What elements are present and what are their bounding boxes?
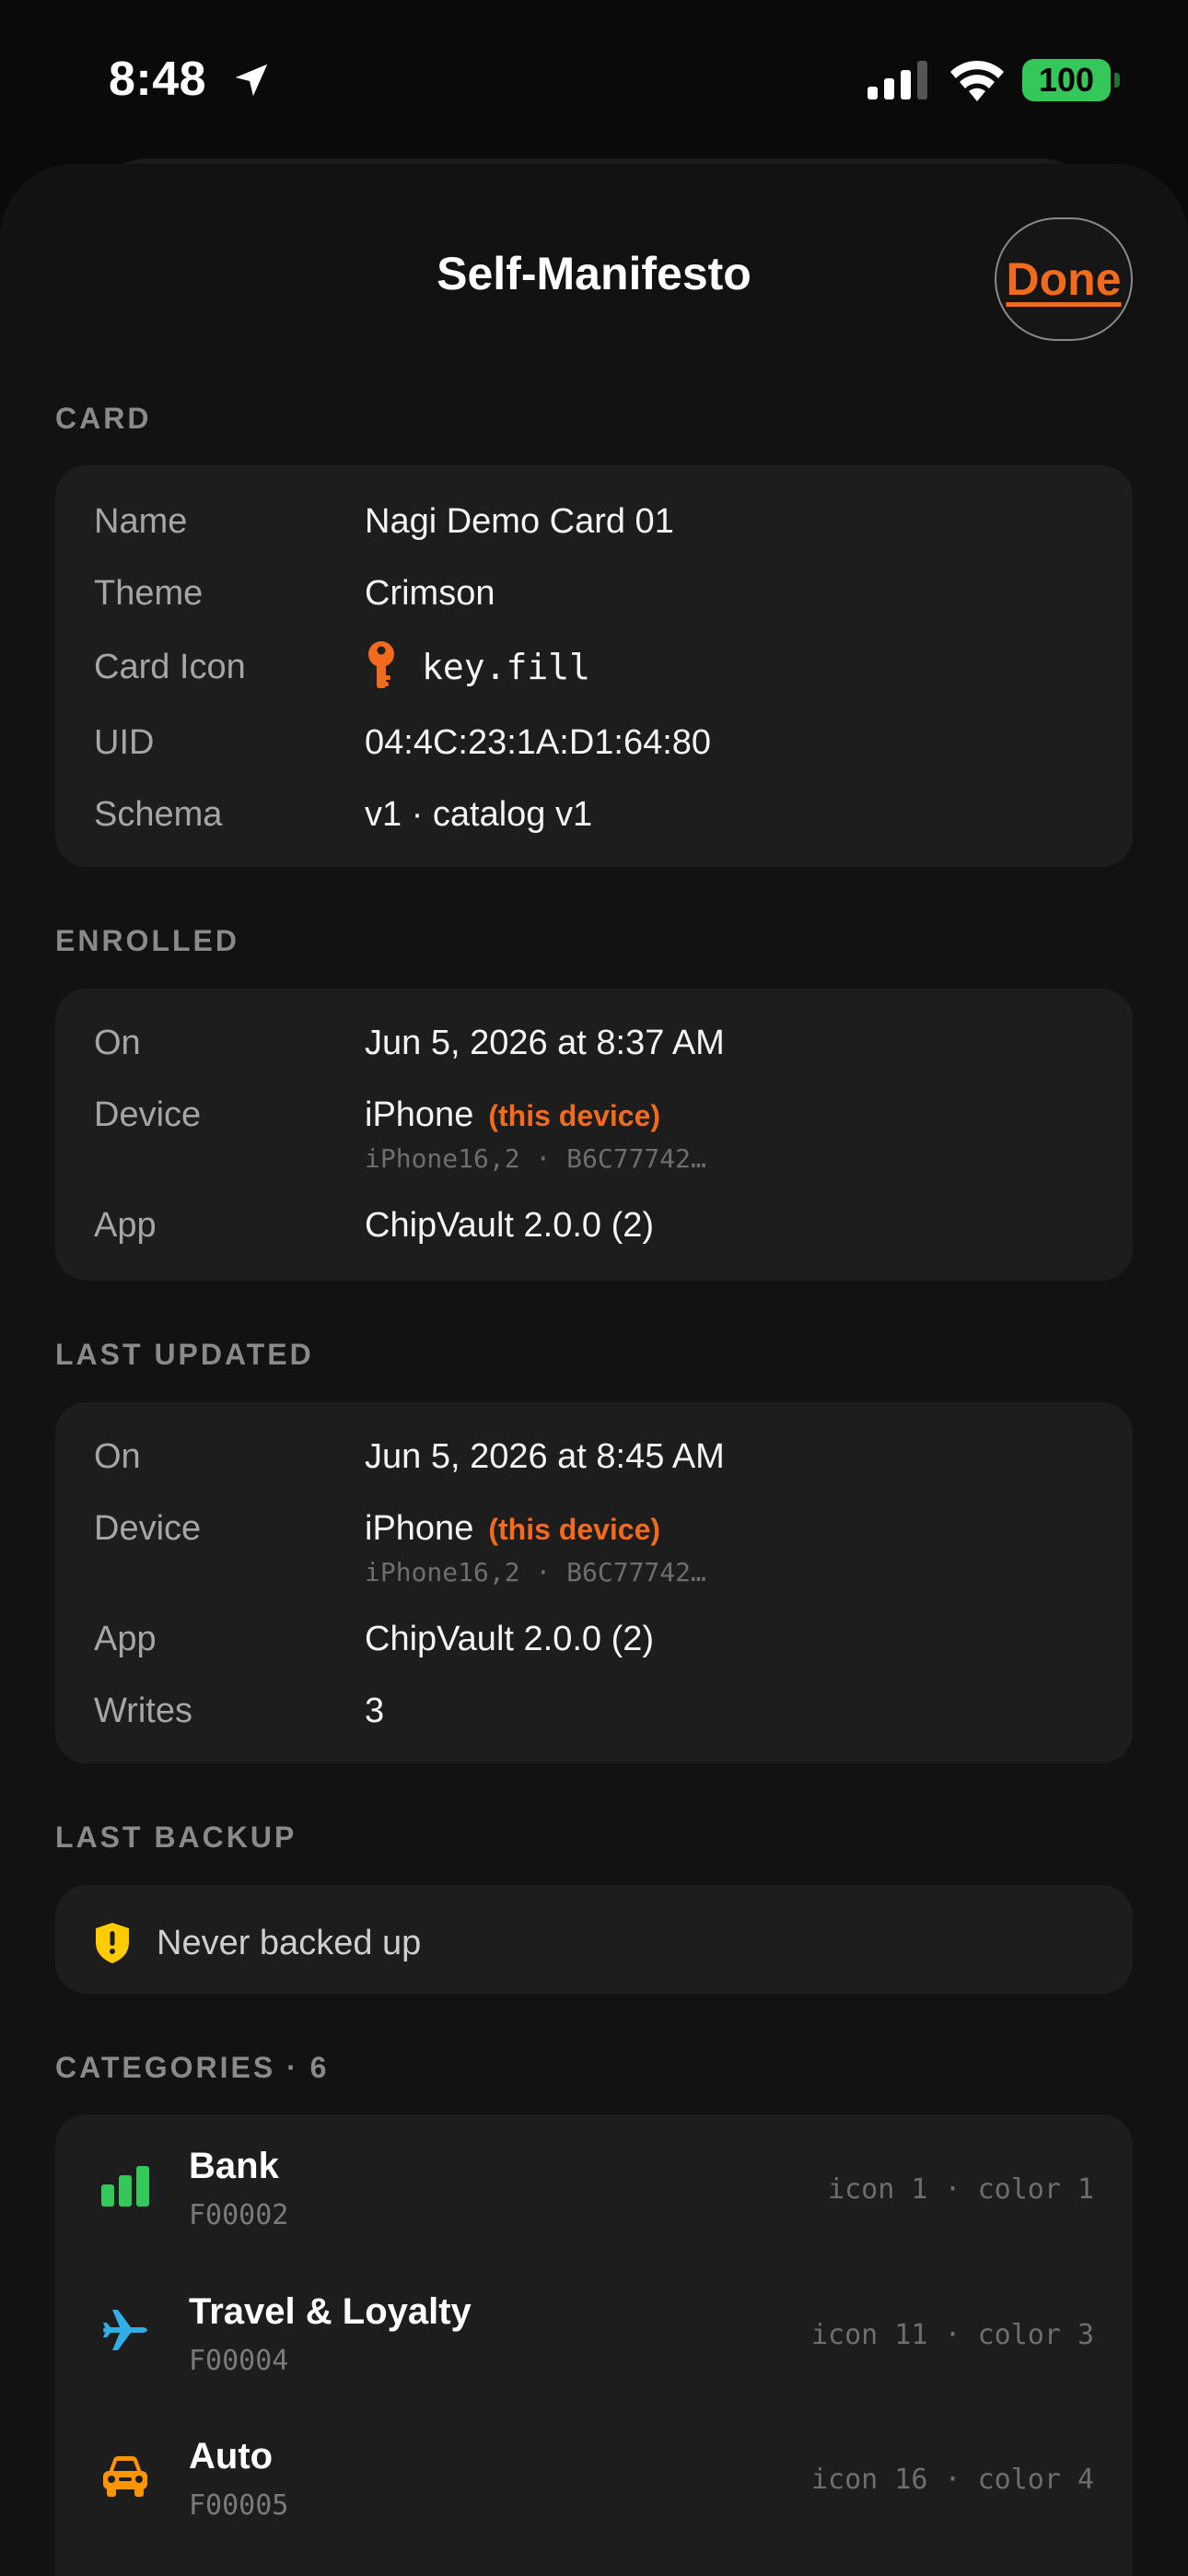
row-value: key.fill	[422, 647, 591, 687]
row-theme: Theme Crimson	[55, 570, 1133, 626]
row-label: App	[94, 1620, 157, 1658]
row-label: Card Icon	[94, 648, 246, 686]
row-schema: Schema v1 · catalog v1	[55, 791, 1133, 847]
category-name: Bank	[189, 2146, 279, 2186]
category-meta: icon 1 · color 1	[828, 2173, 1094, 2206]
category-code: F00005	[189, 2489, 289, 2522]
row-updated-on: On Jun 5, 2026 at 8:45 AM	[55, 1434, 1133, 1489]
status-time: 8:48	[109, 53, 207, 106]
row-value: Crimson	[365, 574, 495, 613]
row-value: Jun 5, 2026 at 8:45 AM	[365, 1437, 725, 1476]
categories-group: Bank F00002 icon 1 · color 1 Travel & Lo…	[55, 2114, 1133, 2576]
row-uid: UID 04:4C:23:1A:D1:64:80	[55, 720, 1133, 775]
section-header-last-backup: LAST BACKUP	[55, 1821, 297, 1854]
row-value: Nagi Demo Card 01	[365, 502, 674, 541]
row-value: ChipVault 2.0.0 (2)	[365, 1206, 655, 1245]
device-name: iPhone	[365, 1095, 474, 1134]
row-label: UID	[94, 723, 155, 762]
category-code: F00004	[189, 2345, 289, 2377]
row-label: Device	[94, 1095, 202, 1134]
row-value: ChipVault 2.0.0 (2)	[365, 1620, 655, 1658]
device-name: iPhone	[365, 1509, 474, 1548]
row-value: 04:4C:23:1A:D1:64:80	[365, 723, 712, 762]
battery-tip	[1114, 73, 1120, 88]
row-updated-app: App ChipVault 2.0.0 (2)	[55, 1616, 1133, 1671]
status-bar: 8:48 100	[0, 0, 1188, 161]
enrolled-group: On Jun 5, 2026 at 8:37 AM Device iPhone (…	[55, 989, 1133, 1281]
row-label: Name	[94, 502, 188, 541]
category-name: Auto	[189, 2436, 274, 2476]
this-device-tag: (this device)	[488, 1513, 661, 1546]
device-identifier: iPhone16,2 · B6C77742…	[365, 1557, 706, 1587]
category-row-auto[interactable]: Auto F00005 icon 16 · color 4	[55, 2405, 1133, 2543]
section-header-card: CARD	[55, 402, 152, 435]
row-label: Device	[94, 1509, 202, 1548]
this-device-tag: (this device)	[488, 1099, 661, 1132]
key-icon	[368, 641, 394, 688]
row-label: On	[94, 1437, 141, 1476]
row-value: Jun 5, 2026 at 8:37 AM	[365, 1024, 725, 1062]
row-label: Schema	[94, 795, 223, 834]
row-writes: Writes 3	[55, 1688, 1133, 1743]
backup-status-text: Never backed up	[157, 1924, 422, 1962]
category-meta: icon 11 · color 3	[810, 2319, 1094, 2351]
wifi-icon	[950, 60, 1004, 101]
row-updated-device: Device iPhone (this device)	[55, 1505, 1133, 1561]
section-header-last-updated: LAST UPDATED	[55, 1338, 314, 1371]
category-row-travel[interactable]: Travel & Loyalty F00004 icon 11 · color …	[55, 2260, 1133, 2398]
done-button[interactable]: Done	[995, 217, 1133, 341]
airplane-icon	[103, 2310, 147, 2350]
row-label: On	[94, 1024, 141, 1062]
car-icon	[103, 2456, 147, 2497]
row-enrolled-on: On Jun 5, 2026 at 8:37 AM	[55, 1020, 1133, 1075]
last-backup-group: Never backed up	[55, 1885, 1133, 1994]
section-header-enrolled: ENROLLED	[55, 924, 239, 957]
row-value: iPhone (this device)	[365, 1092, 660, 1139]
row-card-icon: Card Icon key.fill	[55, 641, 1133, 699]
row-name: Name Nagi Demo Card 01	[55, 498, 1133, 554]
card-info-group: Name Nagi Demo Card 01 Theme Crimson Car…	[55, 465, 1133, 867]
row-value: iPhone (this device)	[365, 1505, 660, 1552]
warning-shield-icon	[96, 1923, 129, 1963]
last-updated-group: On Jun 5, 2026 at 8:45 AM Device iPhone (…	[55, 1402, 1133, 1763]
category-row-bank[interactable]: Bank F00002 icon 1 · color 1	[55, 2114, 1133, 2253]
bank-chart-icon	[101, 2166, 149, 2207]
row-enrolled-app: App ChipVault 2.0.0 (2)	[55, 1202, 1133, 1258]
row-enrolled-device: Device iPhone (this device)	[55, 1092, 1133, 1147]
cellular-signal-icon	[868, 61, 927, 100]
category-name: Travel & Loyalty	[189, 2291, 472, 2332]
row-value: v1 · catalog v1	[365, 795, 593, 834]
section-header-categories: CATEGORIES · 6	[55, 2051, 330, 2084]
device-identifier: iPhone16,2 · B6C77742…	[365, 1143, 706, 1174]
row-value: 3	[365, 1692, 385, 1730]
row-label: Theme	[94, 574, 204, 613]
category-code: F00002	[189, 2199, 289, 2231]
row-label: Writes	[94, 1692, 192, 1730]
battery-indicator: 100	[1022, 59, 1111, 101]
category-meta: icon 16 · color 4	[810, 2464, 1094, 2496]
row-label: App	[94, 1206, 157, 1245]
location-arrow-icon	[235, 64, 268, 97]
